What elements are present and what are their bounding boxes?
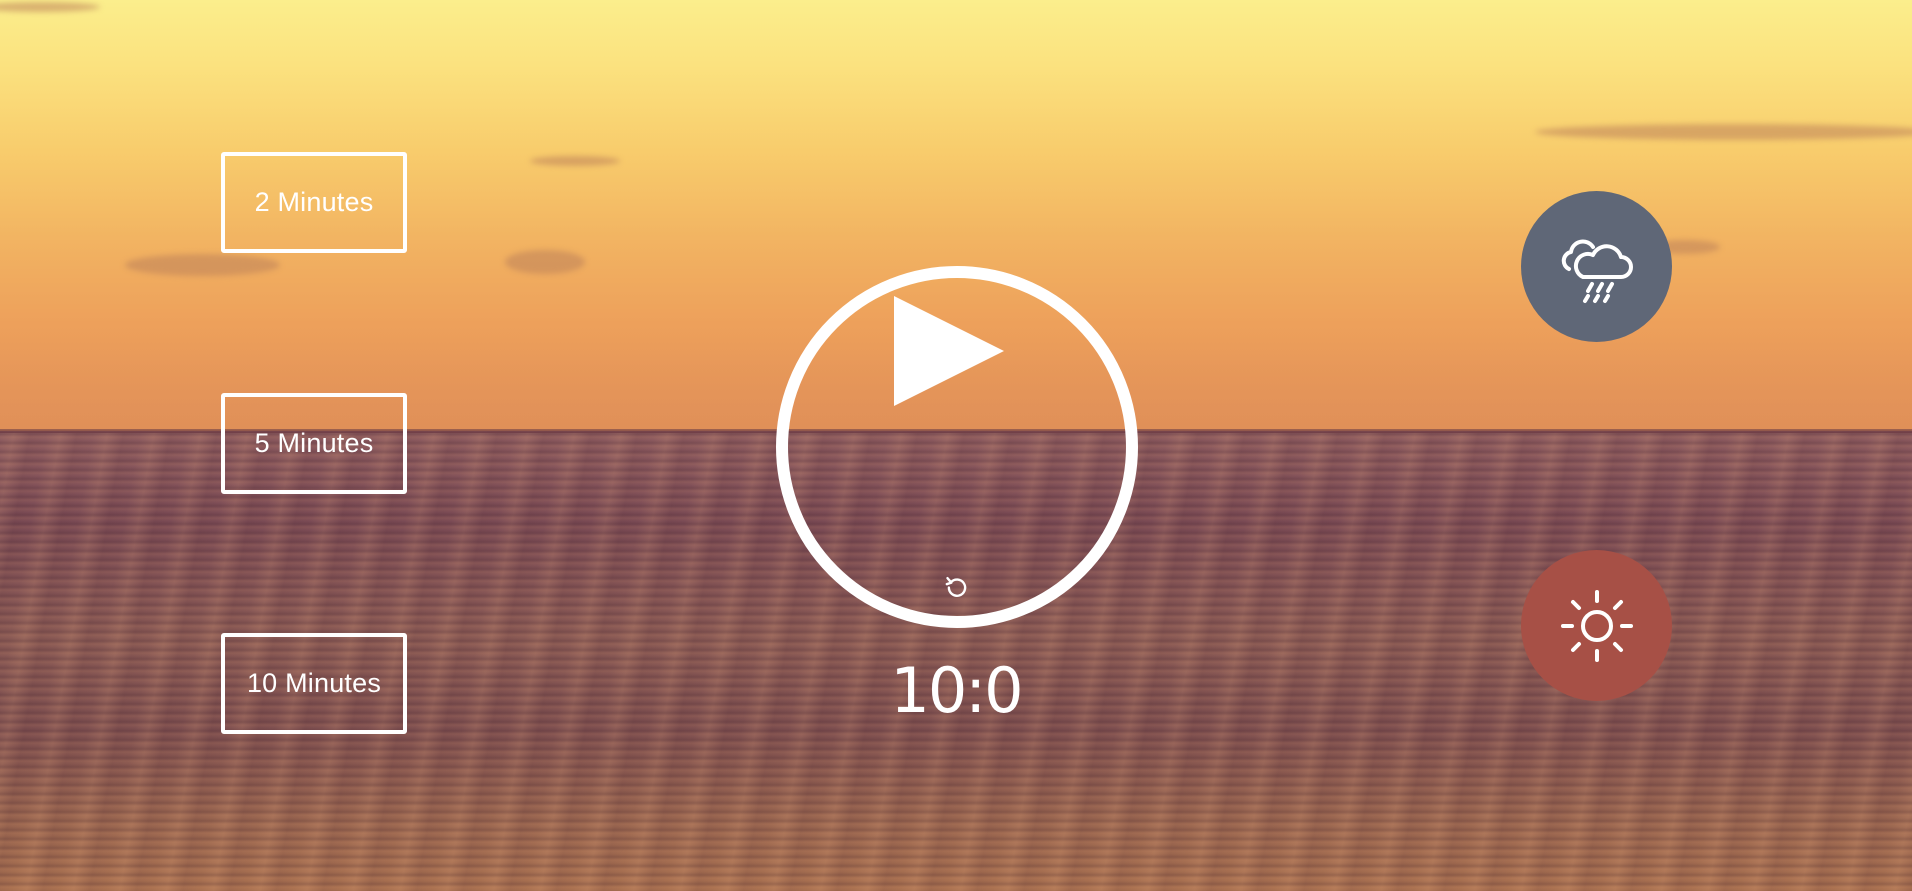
- ten-minutes-button[interactable]: 10 Minutes: [221, 633, 407, 734]
- sun-icon: [1560, 589, 1633, 662]
- meditation-app: 2 Minutes 5 Minutes 10 Minutes 10:0: [0, 0, 1912, 891]
- two-minutes-button[interactable]: 2 Minutes: [221, 152, 407, 253]
- rain-cloud-icon: [1561, 239, 1633, 303]
- cloud: [505, 250, 585, 274]
- cloud: [530, 156, 620, 166]
- cloud: [1535, 124, 1912, 140]
- cloud: [125, 254, 280, 276]
- reset-icon[interactable]: [944, 574, 970, 600]
- timer-display: 10:0: [890, 654, 1023, 727]
- play-icon[interactable]: [894, 296, 1004, 406]
- sun-sound-button[interactable]: [1521, 550, 1672, 701]
- rain-sound-button[interactable]: [1521, 191, 1672, 342]
- five-minutes-button[interactable]: 5 Minutes: [221, 393, 407, 494]
